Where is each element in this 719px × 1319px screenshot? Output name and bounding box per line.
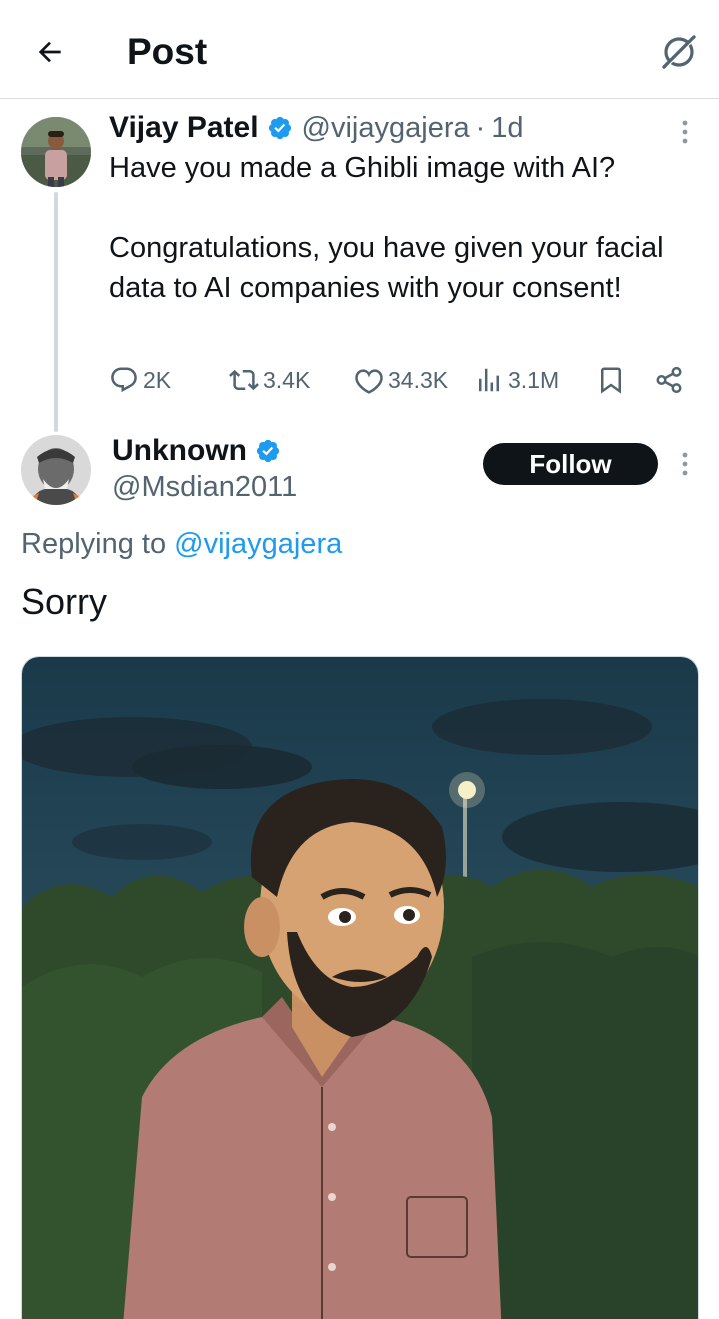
avatar-image bbox=[21, 117, 91, 187]
like-button[interactable]: 34.3K bbox=[354, 360, 448, 400]
separator-dot: · bbox=[475, 112, 486, 144]
repost-button[interactable]: 3.4K bbox=[229, 360, 310, 400]
repost-icon bbox=[229, 369, 259, 391]
share-icon bbox=[656, 366, 682, 394]
views-count: 3.1M bbox=[508, 366, 560, 393]
tweet-actions: 2K 3.4K 34.3K 3.1M bbox=[109, 360, 689, 400]
bar-chart-icon bbox=[479, 368, 499, 392]
author-row: Vijay Patel @vijaygajera · 1d bbox=[109, 108, 524, 148]
views-button[interactable]: 3.1M bbox=[474, 360, 559, 400]
replying-mention-link[interactable]: @vijaygajera bbox=[174, 528, 342, 560]
follow-button[interactable]: Follow bbox=[483, 443, 658, 485]
tweet-text-line: Congratulations, you have given your fac… bbox=[109, 232, 664, 304]
like-count: 34.3K bbox=[388, 366, 449, 393]
reply-icon bbox=[111, 367, 137, 393]
ghibli-portrait-image bbox=[22, 657, 698, 1319]
author-name[interactable]: Vijay Patel bbox=[109, 108, 259, 148]
avatar-image bbox=[21, 435, 91, 505]
more-vertical-icon bbox=[682, 452, 688, 476]
back-button[interactable] bbox=[28, 30, 72, 74]
reply-text: Sorry bbox=[21, 581, 108, 622]
verified-badge-icon bbox=[267, 115, 293, 141]
tweet-text-line: Have you made a Ghibli image with AI? bbox=[109, 152, 616, 184]
bookmark-icon bbox=[601, 367, 621, 394]
thread-line bbox=[54, 192, 58, 432]
avatar[interactable] bbox=[21, 435, 91, 505]
top-bar: Post bbox=[0, 0, 719, 99]
more-vertical-icon bbox=[682, 120, 688, 144]
repost-count: 3.4K bbox=[263, 366, 311, 393]
replying-to: Replying to @vijaygajera bbox=[21, 524, 342, 564]
tweet-text: Have you made a Ghibli image with AI? Co… bbox=[109, 148, 689, 308]
author-handle[interactable]: @vijaygajera bbox=[302, 108, 470, 148]
more-options-button[interactable] bbox=[670, 444, 700, 484]
grok-icon bbox=[662, 35, 696, 69]
reply-media-image[interactable] bbox=[21, 656, 699, 1319]
timestamp[interactable]: 1d bbox=[491, 108, 523, 148]
bookmark-button[interactable] bbox=[596, 360, 626, 400]
verified-badge-icon bbox=[255, 438, 281, 464]
reply-author-handle[interactable]: @Msdian2011 bbox=[112, 467, 297, 507]
grok-button[interactable] bbox=[657, 30, 701, 74]
reply-author-row: Unknown bbox=[112, 431, 281, 471]
replying-prefix: Replying to bbox=[21, 528, 167, 560]
arrow-left-icon bbox=[38, 41, 61, 63]
reply-author-name[interactable]: Unknown bbox=[112, 431, 247, 471]
heart-icon bbox=[355, 369, 383, 394]
more-options-button[interactable] bbox=[670, 112, 700, 152]
avatar[interactable] bbox=[21, 117, 91, 187]
reply-button[interactable]: 2K bbox=[109, 360, 171, 400]
share-button[interactable] bbox=[654, 360, 684, 400]
reply-count: 2K bbox=[143, 366, 172, 393]
page-title: Post bbox=[127, 31, 208, 72]
